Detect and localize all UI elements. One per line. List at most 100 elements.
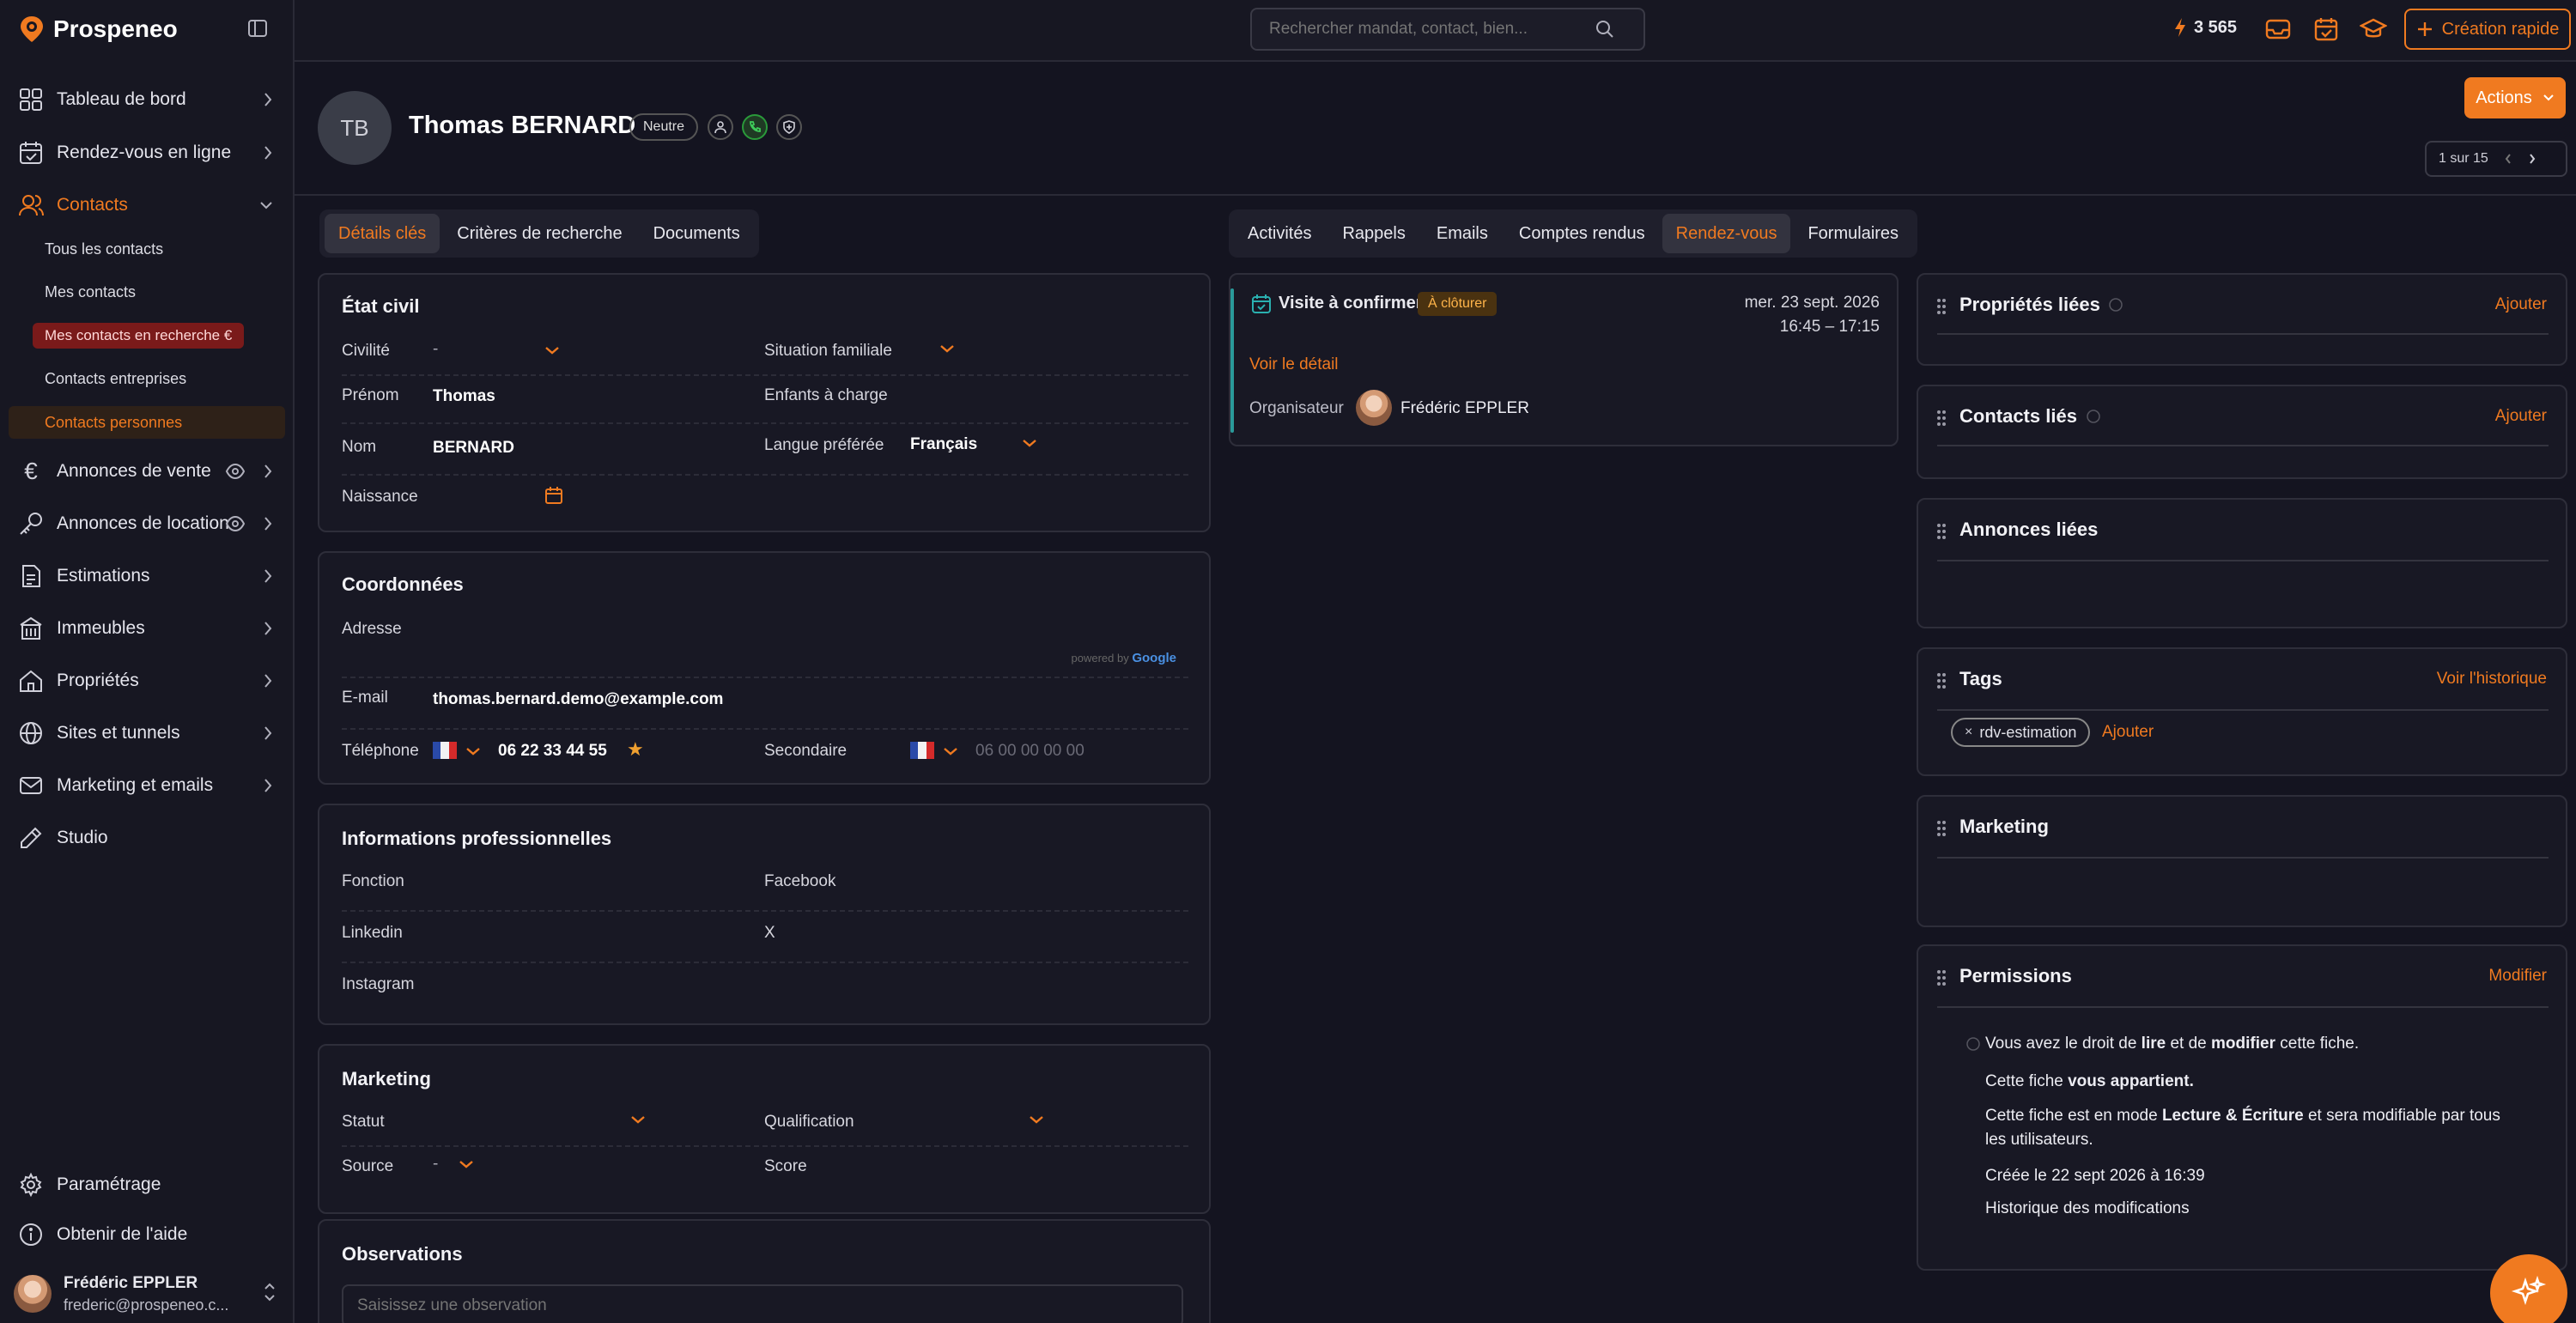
sidebar-item-help[interactable]: Obtenir de l'aide — [9, 1213, 285, 1256]
drag-handle-icon[interactable] — [1937, 299, 1946, 314]
close-icon[interactable]: × — [1965, 725, 1972, 740]
actions-button[interactable]: Actions — [2464, 77, 2566, 118]
sidebar-item-studio[interactable]: Studio — [9, 816, 285, 859]
chevron-left-icon[interactable] — [2504, 153, 2512, 165]
status-badge[interactable]: Neutre — [629, 113, 699, 141]
sidebar-item-sale-listings[interactable]: € Annonces de vente — [9, 450, 285, 493]
add-linked-contact-button[interactable]: Ajouter — [2495, 407, 2547, 426]
last-name-value[interactable]: BERNARD — [433, 439, 514, 458]
tab-forms[interactable]: Formulaires — [1794, 214, 1912, 253]
graduation-cap-icon[interactable] — [2360, 15, 2389, 45]
tab-emails[interactable]: Emails — [1423, 214, 1502, 253]
sidebar-subitem-label: Contacts entreprises — [45, 369, 187, 387]
flag-fr-icon[interactable] — [433, 742, 457, 759]
user-menu[interactable]: Frédéric EPPLER frederic@prospeneo.c... — [14, 1271, 280, 1317]
chevron-down-icon[interactable] — [459, 1159, 474, 1169]
sidebar-item-properties[interactable]: Propriétés — [9, 659, 285, 702]
view-detail-link[interactable]: Voir le détail — [1249, 355, 1339, 374]
card-title: Coordonnées — [342, 574, 464, 595]
chevron-down-icon[interactable] — [630, 1114, 646, 1125]
drag-handle-icon[interactable] — [1937, 410, 1946, 426]
euro-icon: € — [223, 327, 233, 343]
tab-reminders[interactable]: Rappels — [1328, 214, 1419, 253]
sidebar-item-appointments[interactable]: Rendez-vous en ligne — [9, 131, 285, 174]
info-icon[interactable] — [2087, 410, 2100, 423]
card-title: Marketing — [342, 1068, 431, 1089]
sidebar-item-settings[interactable]: Paramétrage — [9, 1163, 285, 1206]
google-logo: Google — [1132, 651, 1176, 665]
civility-select[interactable]: - — [433, 340, 438, 359]
pen-icon — [17, 824, 45, 852]
drag-handle-icon[interactable] — [1937, 524, 1946, 539]
sidebar-item-contacts[interactable]: Contacts — [9, 184, 285, 227]
phone-value[interactable]: 06 22 33 44 55 — [498, 742, 607, 761]
sidebar-subitem-searching-contacts[interactable]: Mes contacts en recherche € — [9, 319, 285, 352]
global-search[interactable] — [1250, 8, 1645, 51]
chevron-down-icon[interactable] — [1029, 1114, 1044, 1125]
language-select[interactable]: Français — [910, 435, 977, 454]
app-logo[interactable]: Prospeneo — [19, 12, 178, 46]
sidebar-item-dashboard[interactable]: Tableau de bord — [9, 78, 285, 121]
organizer-label: Organisateur — [1249, 399, 1344, 417]
credits-counter[interactable]: 3 565 — [2173, 17, 2237, 38]
phone-icon[interactable] — [742, 114, 768, 140]
tab-activities[interactable]: Activités — [1234, 214, 1325, 253]
secondary-phone-input[interactable]: 06 00 00 00 00 — [975, 742, 1084, 761]
sidebar-subitem-person-contacts[interactable]: Contacts personnes — [9, 406, 285, 439]
permission-owner-text: Cette fiche vous appartient. — [1985, 1070, 2194, 1094]
eye-icon[interactable] — [225, 513, 246, 534]
drag-handle-icon[interactable] — [1937, 821, 1946, 836]
status-badge: À clôturer — [1418, 292, 1498, 316]
perm-text: modifier — [2211, 1035, 2275, 1053]
chevron-down-icon[interactable] — [939, 343, 955, 354]
chevron-right-icon[interactable] — [2528, 153, 2537, 165]
tab-appointments[interactable]: Rendez-vous — [1662, 214, 1791, 253]
source-select[interactable]: - — [433, 1155, 438, 1174]
gear-icon — [17, 1171, 45, 1199]
sidebar-subitem-my-contacts[interactable]: Mes contacts — [9, 276, 285, 308]
edit-permissions-button[interactable]: Modifier — [2488, 967, 2547, 986]
sidebar-item-estimations[interactable]: Estimations — [9, 555, 285, 598]
sidebar-item-marketing[interactable]: Marketing et emails — [9, 764, 285, 807]
divider — [342, 474, 1188, 476]
eye-icon[interactable] — [225, 461, 246, 482]
add-linked-property-button[interactable]: Ajouter — [2495, 295, 2547, 314]
chevron-down-icon[interactable] — [943, 746, 958, 756]
email-value[interactable]: thomas.bernard.demo@example.com — [433, 690, 723, 709]
flag-fr-icon[interactable] — [910, 742, 934, 759]
quick-create-button[interactable]: Création rapide — [2404, 9, 2571, 50]
mail-icon[interactable] — [2264, 15, 2293, 45]
ai-assistant-button[interactable] — [2490, 1254, 2567, 1323]
calendar-icon[interactable] — [544, 486, 563, 505]
add-tag-button[interactable]: Ajouter — [2102, 723, 2154, 742]
calendar-check-icon[interactable] — [2312, 15, 2342, 45]
sidebar-subitem-all-contacts[interactable]: Tous les contacts — [9, 233, 285, 265]
drag-handle-icon[interactable] — [1937, 970, 1946, 986]
modification-history-link[interactable]: Historique des modifications — [1985, 1197, 2190, 1221]
created-date-text: Créée le 22 sept 2026 à 16:39 — [1985, 1167, 2205, 1185]
building-icon — [17, 615, 45, 642]
field-label: Nom — [342, 438, 377, 456]
drag-handle-icon[interactable] — [1937, 673, 1946, 689]
tags-history-link[interactable]: Voir l'historique — [2437, 670, 2547, 689]
person-icon[interactable] — [708, 114, 733, 140]
sidebar-item-sites[interactable]: Sites et tunnels — [9, 712, 285, 755]
sidebar-item-rental-listings[interactable]: Annonces de location — [9, 502, 285, 545]
chevron-down-icon[interactable] — [465, 746, 481, 756]
search-input[interactable] — [1269, 20, 1595, 39]
sidebar-item-buildings[interactable]: Immeubles — [9, 607, 285, 650]
sidebar-toggle-icon[interactable] — [247, 19, 268, 38]
sidebar-item-label: Contacts — [57, 195, 128, 215]
tab-reports[interactable]: Comptes rendus — [1505, 214, 1659, 253]
tab-key-details[interactable]: Détails clés — [325, 214, 440, 253]
tab-documents[interactable]: Documents — [640, 214, 754, 253]
tab-search-criteria[interactable]: Critères de recherche — [443, 214, 635, 253]
search-icon — [1595, 20, 1614, 39]
observation-input[interactable] — [342, 1284, 1183, 1323]
perm-text: et sera modifiable par tous — [2303, 1107, 2500, 1125]
info-icon[interactable] — [2109, 298, 2123, 312]
shield-icon[interactable] — [776, 114, 802, 140]
sidebar-subitem-company-contacts[interactable]: Contacts entreprises — [9, 362, 285, 395]
star-icon[interactable]: ★ — [627, 738, 644, 761]
first-name-value[interactable]: Thomas — [433, 387, 495, 406]
